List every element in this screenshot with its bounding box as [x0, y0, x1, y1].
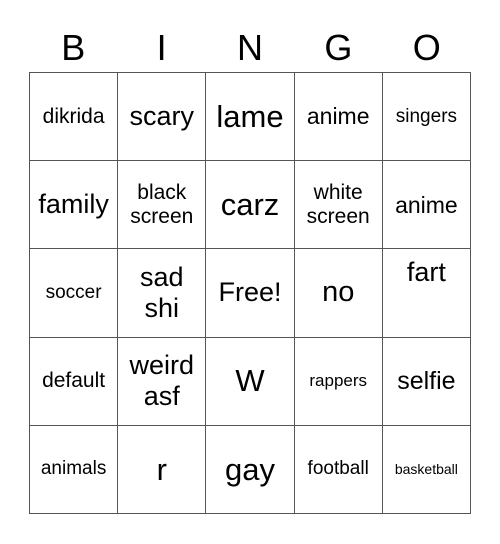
cell-text: soccer: [45, 282, 102, 304]
bingo-header: B I N G O: [29, 24, 471, 72]
bingo-cell[interactable]: black screen: [118, 161, 207, 250]
bingo-cell[interactable]: W: [206, 337, 295, 426]
cell-text: dikrida: [42, 104, 105, 128]
bingo-cell[interactable]: fart: [382, 249, 471, 338]
cell-text: white screen: [306, 180, 370, 228]
cell-text: football: [307, 458, 369, 480]
cell-text: scary: [129, 101, 195, 132]
bingo-cell free-space[interactable]: Free!: [206, 249, 295, 338]
cell-text: lame: [216, 98, 284, 134]
bingo-cell[interactable]: football: [294, 425, 383, 514]
cell-text: singers: [395, 105, 458, 127]
cell-text: carz: [220, 186, 280, 222]
cell-text: family: [38, 189, 109, 220]
bingo-cell[interactable]: no: [294, 249, 383, 338]
bingo-cell[interactable]: gay: [206, 425, 295, 514]
bingo-cell[interactable]: r: [118, 425, 207, 514]
cell-text: anime: [306, 103, 370, 130]
bingo-cell[interactable]: basketball: [382, 425, 471, 514]
cell-text: animals: [40, 458, 107, 480]
bingo-cell[interactable]: dikrida: [30, 73, 119, 162]
cell-text: fart: [406, 257, 446, 288]
bingo-cell[interactable]: carz: [206, 161, 295, 250]
bingo-card-grid: dikrida scary lame anime singers family …: [29, 72, 471, 514]
cell-text: Free!: [218, 277, 282, 308]
bingo-cell[interactable]: rappers: [294, 337, 383, 426]
bingo-cell[interactable]: white screen: [294, 161, 383, 250]
header-letter-i: I: [156, 27, 167, 68]
cell-text: sad shi: [140, 261, 184, 323]
bingo-cell[interactable]: anime: [294, 73, 383, 162]
cell-text: basketball: [394, 461, 458, 478]
bingo-cell[interactable]: sad shi: [118, 249, 207, 338]
cell-text: W: [235, 363, 265, 399]
header-letter-o: O: [412, 27, 441, 68]
bingo-cell[interactable]: family: [30, 161, 119, 250]
bingo-cell[interactable]: scary: [118, 73, 207, 162]
cell-text: black screen: [130, 180, 194, 228]
bingo-cell[interactable]: soccer: [30, 249, 119, 338]
bingo-cell[interactable]: singers: [382, 73, 471, 162]
cell-text: gay: [225, 451, 275, 487]
cell-text: r: [156, 451, 167, 487]
bingo-cell[interactable]: selfie: [382, 337, 471, 426]
bingo-cell[interactable]: default: [30, 337, 119, 426]
bingo-cell[interactable]: anime: [382, 161, 471, 250]
cell-text: default: [42, 369, 106, 393]
header-letter-n: N: [236, 27, 263, 68]
cell-text: rappers: [309, 371, 368, 391]
bingo-cell[interactable]: animals: [30, 425, 119, 514]
cell-text: weird asf: [129, 350, 195, 412]
bingo-cell[interactable]: lame: [206, 73, 295, 162]
cell-text: anime: [395, 191, 458, 218]
bingo-cell[interactable]: weird asf: [118, 337, 207, 426]
cell-text: no: [322, 276, 355, 309]
header-letter-g: G: [324, 27, 353, 68]
cell-text: selfie: [397, 366, 456, 395]
header-letter-b: B: [61, 27, 86, 68]
